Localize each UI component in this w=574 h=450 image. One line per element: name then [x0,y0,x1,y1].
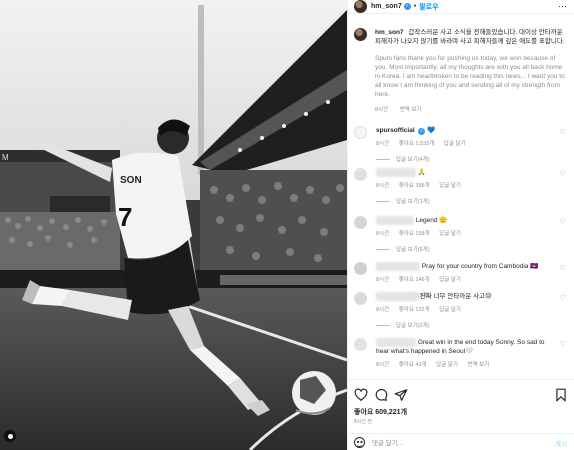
list-item: spursofficial ✓ 💙 ♡ 8시간 좋아요 1,533개 답글 달기… [354,126,568,163]
blurred-username [376,216,414,225]
comment-text: 진짜 너무 안타까운 사고😢 [419,293,492,301]
comment-likes[interactable]: 좋아요 396개 [399,183,430,189]
reply-button[interactable]: 답글 달기 [436,362,458,368]
more-icon[interactable]: ··· [558,1,567,11]
list-item: Legend 🫡 ♡ 8시간 좋아요 158개 답글 달기 답글 보기(5개) [354,216,568,253]
football [292,371,336,415]
header-separator: • [413,3,417,10]
verified-icon: ✓ [403,3,411,10]
verified-icon: ✓ [418,128,426,135]
heart-icon[interactable]: ♡ [560,170,566,178]
comment-icon[interactable] [374,388,388,402]
view-replies[interactable]: 답글 보기(2개) [376,321,568,329]
comment-likes[interactable]: 좋아요 158개 [399,231,430,237]
comment-likes[interactable]: 좋아요 1,533개 [399,141,435,147]
reply-button[interactable]: 답글 달기 [439,307,461,313]
comments-scroll[interactable]: hm_son7 갑작스러운 사고 소식을 전해들었습니다. 대이상 안타까운 피… [348,22,574,379]
comment-text: Pray for your country from Cambodia 🇰🇭 [421,263,539,271]
view-replies-label: 답글 보기(2개) [396,323,430,330]
comment-time: 8시간 [376,231,390,238]
avatar[interactable] [354,0,367,13]
heart-icon[interactable] [354,388,368,402]
post-side-panel: hm_son7 ✓ • 팔로우 ··· hm_son7 갑작스러운 사고 소식을… [347,0,574,450]
comment-username[interactable]: spursofficial [376,127,415,134]
comment-text: Legend 🫡 [415,217,448,225]
share-icon[interactable] [394,388,408,402]
comment-likes[interactable]: 좋아요 43개 [399,362,427,368]
header-username[interactable]: hm_son7 [371,3,402,10]
blurred-username [376,168,416,177]
add-comment-bar: 게시 [348,433,574,450]
blurred-username [376,262,420,271]
list-item: 🙏 ♡ 8시간 좋아요 396개 답글 달기 답글 보기(1개) [354,168,568,205]
list-item: 진짜 너무 안타까운 사고😢 ♡ 8시간 좋아요 132개 답글 달기 답글 보… [354,292,568,329]
avatar[interactable] [354,126,367,139]
heart-icon[interactable]: ♡ [560,128,566,136]
avatar[interactable] [354,262,367,275]
post-comment-button[interactable]: 게시 [555,438,567,448]
comment-time: 8시간 [376,141,390,147]
tag-icon[interactable] [4,430,16,442]
heart-icon[interactable]: ♡ [560,264,566,272]
comment-time: 8시간 [376,362,390,369]
translate-link[interactable]: 번역 보기 [467,362,489,368]
heart-icon[interactable]: ♡ [560,294,566,302]
instagram-post: M SON 7 hm_son7 ✓ • 팔로우 ··· hm_son7 갑작스러… [0,0,574,450]
comment-time: 8시간 [376,183,390,190]
bookmark-icon[interactable] [554,388,568,402]
emoji-icon[interactable] [354,437,365,448]
svg-text:M: M [2,153,9,162]
avatar[interactable] [354,168,367,181]
list-item: Great win in the end today Sonny. So sad… [354,338,568,368]
view-replies[interactable]: 답글 보기(5개) [376,245,568,253]
post-actions: 좋아요 609,221개 8시간 전 게시 [348,379,574,450]
comment-likes[interactable]: 좋아요 146개 [399,277,430,283]
reply-button[interactable]: 답글 달기 [439,231,461,237]
post-header: hm_son7 ✓ • 팔로우 ··· [348,0,574,14]
jersey-number: 7 [118,202,132,232]
translate-link[interactable]: 번역 보기 [400,107,422,113]
action-icons [354,388,568,402]
heart-icon[interactable]: ♡ [560,218,566,226]
post-photo[interactable]: M SON 7 [0,0,347,450]
comment-input[interactable] [372,437,532,449]
comment-time: 8시간 [376,277,390,284]
blurred-username [376,292,418,301]
caption-time: 8시간 [375,107,389,113]
comment-time: 8시간 [376,307,390,314]
view-replies[interactable]: 답글 보기(1개) [376,197,568,205]
avatar[interactable] [354,338,367,351]
caption: hm_son7 갑작스러운 사고 소식을 전해들었습니다. 대이상 안타까운 피… [354,28,568,113]
comment-text: 💙 [427,127,436,134]
caption-text-en: Spurs fans thank you for pushing us toda… [375,55,565,98]
comment-likes[interactable]: 좋아요 132개 [399,307,430,313]
post-time: 8시간 전 [354,419,372,425]
view-replies-label: 답글 보기(5개) [396,247,430,254]
blurred-username [376,338,416,347]
reply-button[interactable]: 답글 달기 [439,277,461,283]
avatar[interactable] [354,292,367,305]
comment-text: 🙏 [417,169,426,177]
follow-button[interactable]: 팔로우 [419,2,438,12]
view-replies-label: 답글 보기(1개) [396,199,430,206]
caption-username[interactable]: hm_son7 [375,29,404,36]
football-photo: M SON 7 [0,0,347,450]
likes-count[interactable]: 좋아요 609,221개 [354,407,407,417]
view-replies[interactable]: 답글 보기(4개) [376,155,568,163]
avatar[interactable] [354,216,367,229]
avatar[interactable] [354,28,367,41]
reply-button[interactable]: 답글 달기 [444,141,466,147]
view-replies-label: 답글 보기(4개) [396,157,430,163]
jersey-name: SON [120,175,142,186]
heart-icon[interactable]: ♡ [560,340,566,348]
reply-button[interactable]: 답글 달기 [439,183,461,189]
